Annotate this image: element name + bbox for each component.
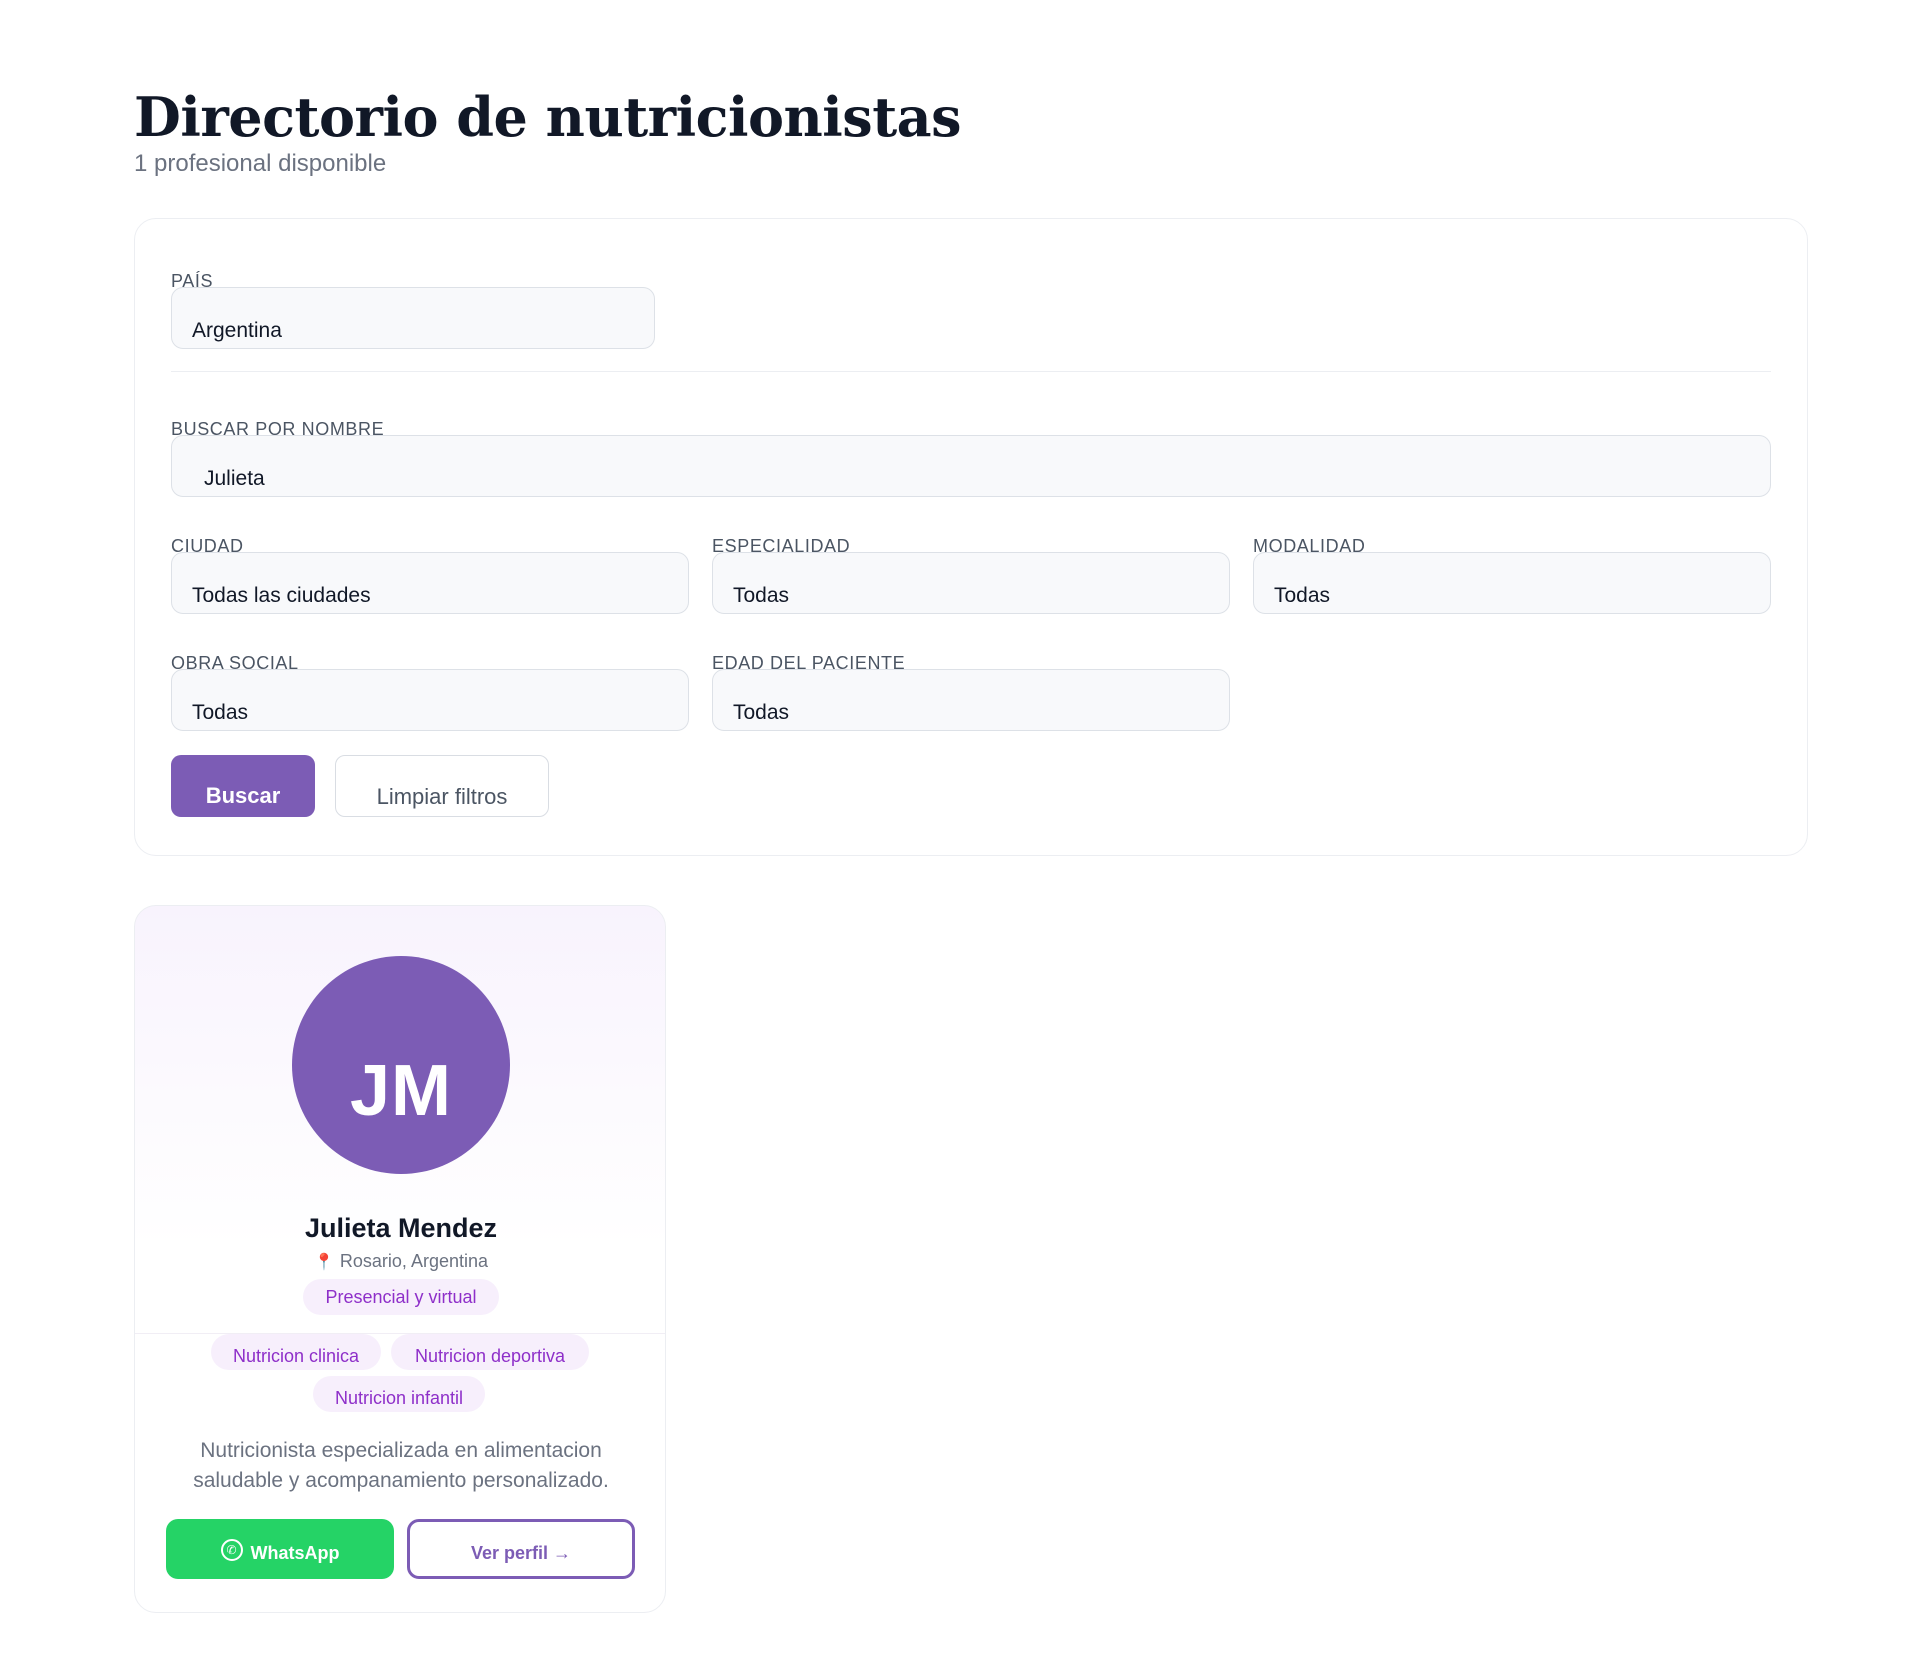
- modality-select-value: Todas: [1274, 584, 1331, 607]
- filter-panel: PAÍS Argentina BUSCAR POR NOMBRE Julieta…: [134, 218, 1808, 856]
- nutritionist-location: 📍 Rosario, Argentina: [135, 1249, 665, 1275]
- specialty-select-value: Todas: [733, 584, 790, 607]
- specialty-tag: Nutricion clinica: [211, 1334, 381, 1370]
- name-search-input[interactable]: Julieta: [171, 435, 1771, 497]
- whatsapp-button[interactable]: ✆ WhatsApp: [166, 1519, 394, 1579]
- nutritionist-name: Julieta Mendez: [304, 1213, 498, 1243]
- modality-select[interactable]: Todas: [1253, 552, 1771, 614]
- city-select-value: Todas las ciudades: [192, 584, 371, 607]
- whatsapp-icon: ✆: [220, 1539, 243, 1562]
- specialty-select[interactable]: Todas: [712, 552, 1230, 614]
- name-search-value: Julieta: [204, 467, 265, 490]
- clear-filters-button[interactable]: Limpiar filtros: [335, 755, 549, 817]
- pin-icon: 📍: [313, 1254, 334, 1271]
- country-select[interactable]: Argentina: [171, 287, 655, 349]
- patient-age-select[interactable]: Todas: [712, 669, 1230, 731]
- results-count: 1 profesional disponible: [134, 150, 387, 177]
- nutritionist-card[interactable]: JM Julieta Mendez 📍 Rosario, Argentina Pr…: [134, 905, 666, 1613]
- patient-age-select-value: Todas: [733, 701, 790, 724]
- nutritionist-description: Nutricionista especializada en alimentac…: [193, 1439, 609, 1492]
- card-divider: [135, 1333, 665, 1334]
- page-title: Directorio de nutricionistas: [134, 85, 962, 149]
- specialty-tag: Nutricion deportiva: [391, 1334, 589, 1370]
- insurance-select-value: Todas: [192, 701, 249, 724]
- location-text: Rosario, Argentina: [339, 1251, 488, 1271]
- modality-tag: Presencial y virtual: [303, 1279, 499, 1315]
- avatar: JM: [292, 956, 510, 1174]
- city-select[interactable]: Todas las ciudades: [171, 552, 689, 614]
- country-select-value: Argentina: [192, 319, 282, 342]
- specialty-tag: Nutricion infantil: [313, 1376, 485, 1412]
- filter-divider: [171, 371, 1771, 372]
- search-button[interactable]: Buscar: [171, 755, 315, 817]
- view-profile-button[interactable]: Ver perfil →: [407, 1519, 635, 1579]
- whatsapp-button-label: WhatsApp: [250, 1543, 340, 1563]
- insurance-select[interactable]: Todas: [171, 669, 689, 731]
